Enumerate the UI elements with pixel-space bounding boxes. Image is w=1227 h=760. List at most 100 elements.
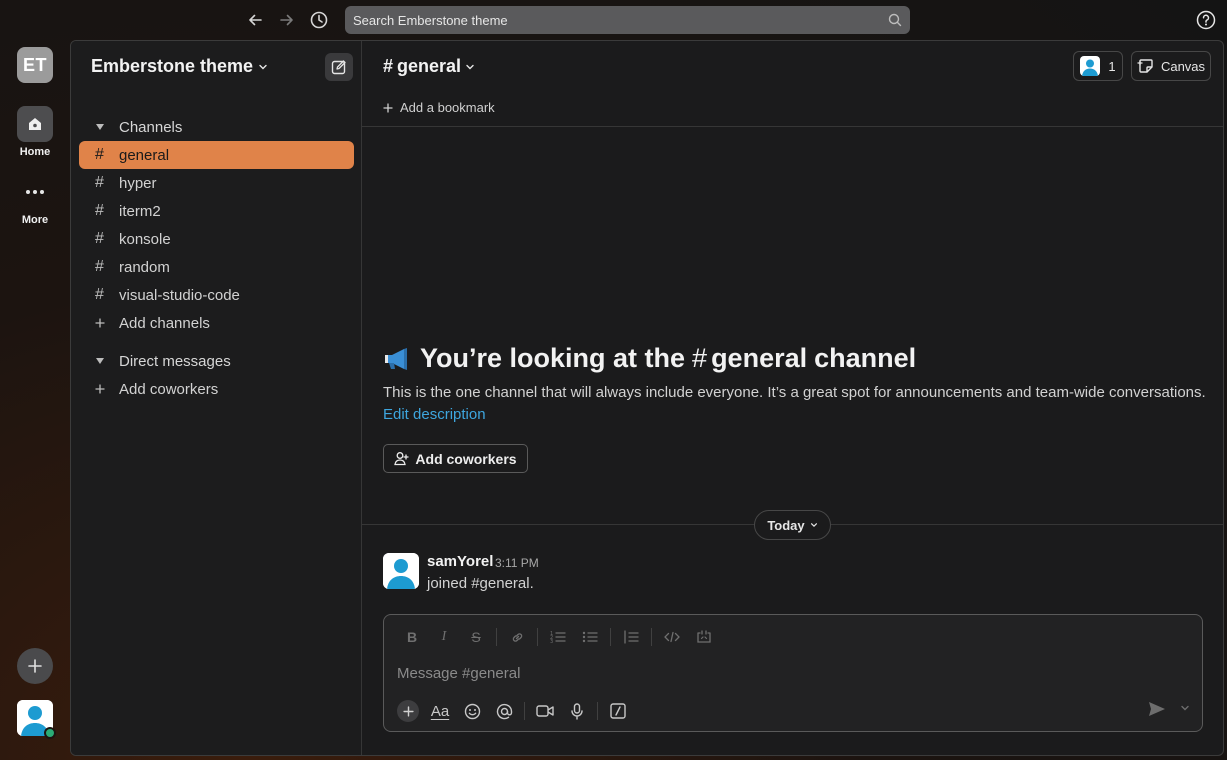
send-button[interactable] (1148, 701, 1166, 717)
caret-down-icon (92, 123, 107, 131)
add-coworkers-label: Add coworkers (119, 380, 219, 398)
video-button[interactable] (529, 699, 561, 723)
search-placeholder: Search Emberstone theme (353, 12, 508, 28)
hash-icon: # (95, 202, 104, 219)
add-coworkers-button[interactable]: Add coworkers (383, 444, 528, 473)
add-channels-button[interactable]: Add channels (79, 309, 354, 337)
send-options-button[interactable] (1180, 703, 1190, 713)
channel-label: random (119, 258, 170, 276)
channels-section-header[interactable]: Channels (79, 113, 354, 141)
intro-channel: general (711, 343, 808, 373)
dm-section-header[interactable]: Direct messages (79, 347, 354, 375)
italic-button[interactable]: I (428, 629, 460, 645)
add-workspace-button[interactable] (17, 648, 53, 684)
megaphone-icon (385, 347, 407, 370)
composer-actions: Aa (392, 699, 634, 723)
channels-header-label: Channels (119, 118, 183, 136)
code-block-icon (697, 630, 711, 643)
arrow-left-icon (249, 14, 262, 26)
search-icon (888, 13, 902, 27)
svg-text:3: 3 (550, 639, 553, 644)
history-button[interactable] (307, 8, 331, 32)
hash-icon: # (95, 286, 104, 303)
channel-description: This is the one channel that will always… (383, 384, 1206, 401)
rail-more[interactable]: More (0, 174, 70, 226)
send-icon (1149, 702, 1165, 716)
member-avatar-icon (1080, 56, 1101, 76)
header-divider (362, 126, 1223, 127)
history-icon (310, 11, 328, 29)
sidebar-item-general[interactable]: # general (79, 141, 354, 169)
user-avatar[interactable] (17, 700, 56, 739)
edit-description-link[interactable]: Edit description (383, 406, 486, 423)
channel-label: hyper (119, 174, 157, 192)
help-icon (1196, 10, 1216, 30)
mention-button[interactable] (488, 699, 520, 723)
intro-prefix: You’re looking at the (420, 343, 686, 373)
top-bar: Search Emberstone theme (0, 0, 1227, 40)
channel-sidebar: Emberstone theme Channels # general # hy… (71, 41, 362, 755)
message-timestamp[interactable]: 3:11 PM (495, 556, 539, 570)
sidebar-item-iterm2[interactable]: # iterm2 (79, 197, 354, 225)
workspace-name-menu[interactable]: Emberstone theme (91, 56, 268, 77)
sidebar-item-konsole[interactable]: # konsole (79, 225, 354, 253)
workspace-rail: ET Home More (0, 40, 70, 760)
link-button[interactable] (501, 630, 533, 645)
plus-icon (92, 318, 107, 328)
add-coworkers-sidebar-button[interactable]: Add coworkers (79, 375, 354, 403)
hash-icon: # (95, 230, 104, 247)
day-divider[interactable]: Today (754, 510, 831, 540)
at-sign-icon (496, 703, 512, 719)
format-toggle-button[interactable]: Aa (424, 699, 456, 723)
shortcuts-button[interactable] (602, 699, 634, 723)
workspace-name: Emberstone theme (91, 56, 254, 76)
emoji-button[interactable] (456, 699, 488, 723)
workspace-switcher[interactable]: ET (17, 47, 53, 83)
code-block-button[interactable] (688, 630, 720, 644)
bulleted-list-icon (582, 631, 598, 643)
hash-icon: # (692, 343, 708, 373)
sidebar-item-random[interactable]: # random (79, 253, 354, 281)
strikethrough-button[interactable]: S (460, 629, 492, 645)
hash-icon: # (95, 174, 104, 191)
sidebar-item-hyper[interactable]: # hyper (79, 169, 354, 197)
channel-label: konsole (119, 230, 171, 248)
bulleted-list-button[interactable] (574, 630, 606, 644)
dm-header-label: Direct messages (119, 352, 231, 370)
rail-home[interactable]: Home (0, 106, 70, 158)
plus-icon (397, 700, 419, 722)
add-channels-label: Add channels (119, 314, 210, 332)
channel-name-menu[interactable]: # general (383, 56, 475, 77)
search-input[interactable]: Search Emberstone theme (345, 6, 910, 34)
help-button[interactable] (1196, 10, 1216, 30)
add-coworkers-btn-label: Add coworkers (415, 450, 517, 467)
forward-button[interactable] (275, 8, 299, 32)
channel-label: visual-studio-code (119, 286, 240, 304)
message-author[interactable]: samYorel (427, 553, 493, 570)
plus-icon (92, 384, 107, 394)
attach-button[interactable] (392, 699, 424, 723)
blockquote-button[interactable] (615, 630, 647, 644)
bookmark-label: Add a bookmark (400, 100, 495, 115)
canvas-button[interactable]: Canvas (1131, 51, 1211, 81)
channel-intro-title: You’re looking at the # general channel (383, 343, 916, 374)
slash-command-icon (610, 703, 626, 719)
compose-icon (331, 60, 346, 75)
day-label: Today (767, 517, 805, 533)
compose-button[interactable] (325, 53, 353, 81)
ordered-list-icon: 123 (550, 631, 566, 644)
add-bookmark-button[interactable]: Add a bookmark (383, 100, 495, 115)
ordered-list-button[interactable]: 123 (542, 630, 574, 644)
members-button[interactable]: 1 (1073, 51, 1123, 81)
message-avatar[interactable] (383, 553, 419, 589)
sidebar-item-visual-studio-code[interactable]: # visual-studio-code (79, 281, 354, 309)
more-icon (17, 174, 53, 210)
member-count: 1 (1108, 58, 1116, 74)
video-icon (536, 705, 554, 717)
bold-button[interactable]: B (396, 629, 428, 645)
channel-label: general (119, 146, 170, 164)
message-input[interactable]: Message #general (397, 665, 520, 682)
code-button[interactable] (656, 631, 688, 643)
back-button[interactable] (243, 8, 267, 32)
audio-button[interactable] (561, 699, 593, 723)
